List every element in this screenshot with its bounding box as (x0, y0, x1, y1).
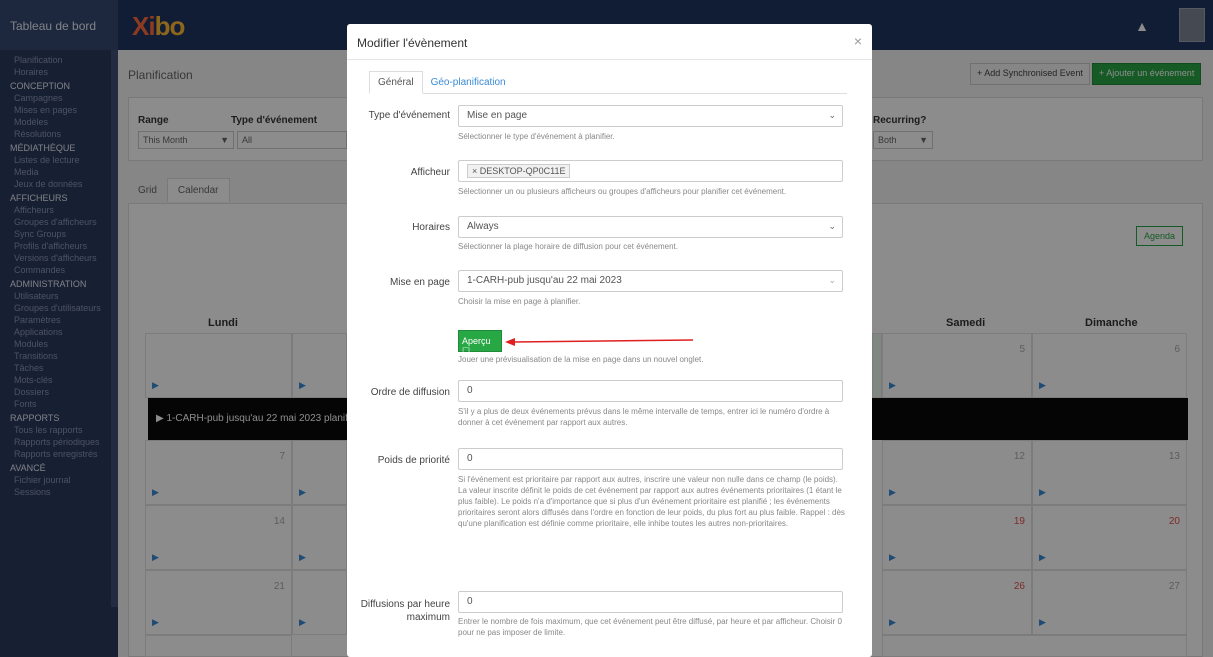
display-order-input[interactable]: 0 (458, 380, 843, 402)
preview-help: Jouer une prévisualisation de la mise en… (458, 355, 704, 364)
preview-button[interactable]: Aperçu ☐ (458, 330, 502, 356)
dayparting-label: Horaires (412, 222, 450, 233)
event-type-help: Sélectionner le type d'événement à plani… (458, 132, 615, 141)
close-icon[interactable]: × (854, 33, 862, 49)
dayparting-select[interactable]: Always ⌄ (458, 216, 843, 238)
event-type-value: Mise en page (467, 110, 528, 121)
dayparting-value: Always (467, 221, 499, 232)
modal-header: Modifier l'évènement × (347, 24, 872, 60)
display-help: Sélectionner un ou plusieurs afficheurs … (458, 187, 787, 196)
display-multiselect[interactable]: × DESKTOP-QP0C11E (458, 160, 843, 182)
layout-select[interactable]: 1-CARH-pub jusqu'au 22 mai 2023 ⌄ (458, 270, 843, 292)
display-label: Afficheur (410, 167, 450, 178)
red-arrow-annotation (505, 338, 694, 346)
tab-general[interactable]: Général (369, 71, 423, 94)
max-plays-label: Diffusions par heure maximum (360, 599, 450, 623)
modal-title: Modifier l'évènement (357, 36, 468, 50)
chevron-down-icon: ⌄ (828, 110, 836, 120)
priority-value: 0 (467, 453, 473, 464)
priority-label: Poids de priorité (377, 455, 450, 466)
layout-label: Mise en page (389, 277, 450, 288)
max-plays-value: 0 (467, 596, 473, 607)
chevron-down-icon: ⌄ (828, 221, 836, 231)
max-plays-help: Entrer le nombre de fois maximum, que ce… (458, 617, 842, 637)
tab-geo-scheduling[interactable]: Géo-planification (423, 72, 514, 95)
chevron-down-icon: ⌄ (828, 275, 836, 285)
display-tag[interactable]: × DESKTOP-QP0C11E (467, 164, 571, 178)
layout-help: Choisir la mise en page à planifier. (458, 297, 581, 306)
display-order-help: S'il y a plus de deux événements prévus … (458, 407, 830, 427)
layout-value: 1-CARH-pub jusqu'au 22 mai 2023 (467, 275, 622, 286)
edit-event-modal: Modifier l'évènement × Général Géo-planif… (347, 24, 872, 657)
event-type-select[interactable]: Mise en page ⌄ (458, 105, 843, 127)
event-type-label: Type d'événement (368, 110, 450, 121)
display-order-label: Ordre de diffusion (370, 387, 450, 398)
display-order-value: 0 (467, 385, 473, 396)
priority-help: Si l'événement est prioritaire par rappo… (458, 475, 845, 528)
max-plays-input[interactable]: 0 (458, 591, 843, 613)
priority-input[interactable]: 0 (458, 448, 843, 470)
modal-tabs: Général Géo-planification (369, 71, 847, 94)
dayparting-help: Sélectionner la plage horaire de diffusi… (458, 242, 678, 251)
